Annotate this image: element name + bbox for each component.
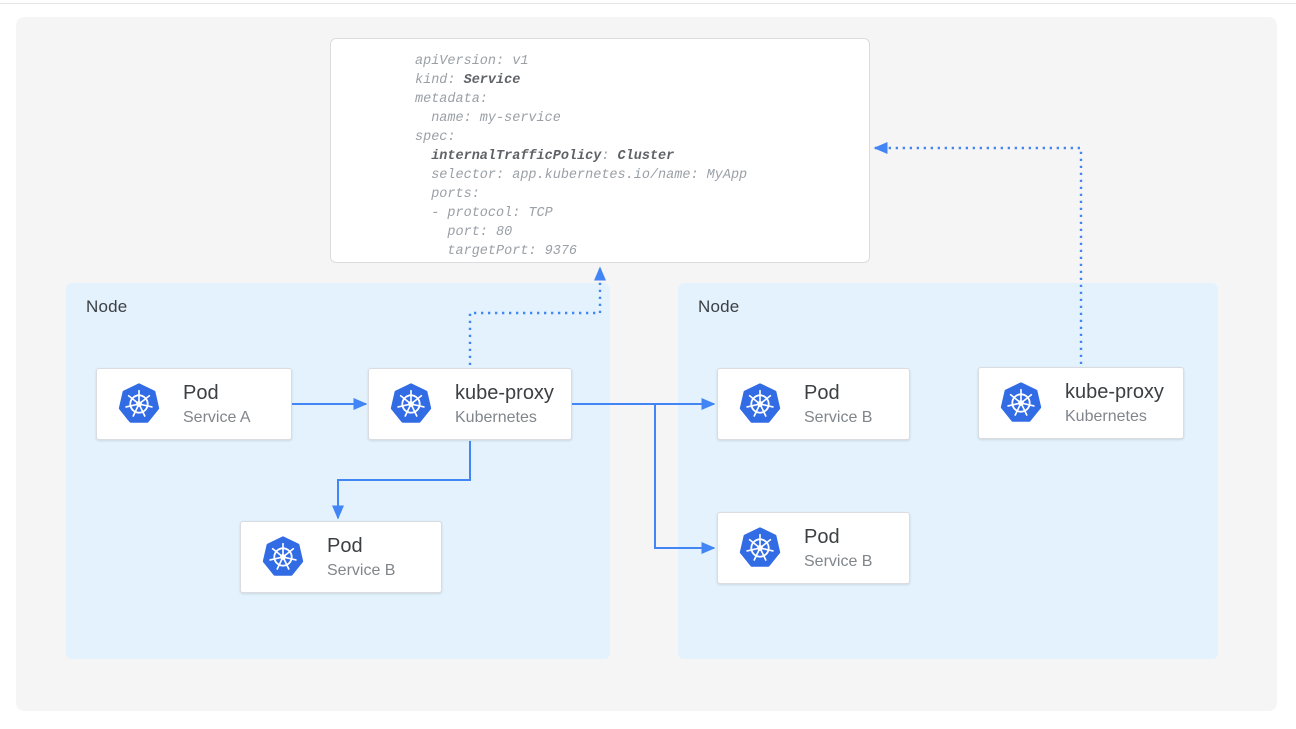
- card-subtitle: Service B: [804, 550, 872, 573]
- card-subtitle: Service A: [183, 406, 251, 429]
- card-pod-service-b-right-top: Pod Service B: [717, 368, 910, 440]
- card-title: Pod: [183, 380, 251, 406]
- kubernetes-logo-icon: [999, 381, 1043, 425]
- node-label: Node: [86, 297, 127, 317]
- service-yaml-box: apiVersion: v1kind: Servicemetadata: nam…: [330, 38, 870, 263]
- card-subtitle: Kubernetes: [1065, 405, 1164, 428]
- card-kube-proxy-left: kube-proxy Kubernetes: [368, 368, 572, 440]
- kubernetes-logo-icon: [117, 382, 161, 426]
- card-title: Pod: [804, 524, 872, 550]
- card-pod-service-b-left: Pod Service B: [240, 521, 442, 593]
- card-pod-service-a: Pod Service A: [96, 368, 292, 440]
- card-title: Pod: [804, 380, 872, 406]
- kubernetes-logo-icon: [261, 535, 305, 579]
- top-divider: [0, 3, 1296, 4]
- kubernetes-logo-icon: [738, 526, 782, 570]
- yaml-code: apiVersion: v1kind: Servicemetadata: nam…: [415, 52, 869, 261]
- diagram-stage: Node Node apiVersion: v1kind: Servicemet…: [0, 0, 1296, 729]
- card-subtitle: Kubernetes: [455, 406, 554, 429]
- card-title: kube-proxy: [455, 380, 554, 406]
- node-box-right: Node: [678, 283, 1218, 659]
- card-title: Pod: [327, 533, 395, 559]
- card-kube-proxy-right: kube-proxy Kubernetes: [978, 367, 1184, 439]
- kubernetes-logo-icon: [738, 382, 782, 426]
- node-label: Node: [698, 297, 739, 317]
- card-subtitle: Service B: [804, 406, 872, 429]
- card-subtitle: Service B: [327, 559, 395, 582]
- kubernetes-logo-icon: [389, 382, 433, 426]
- card-title: kube-proxy: [1065, 379, 1164, 405]
- node-box-left: Node: [66, 283, 610, 659]
- card-pod-service-b-right-bottom: Pod Service B: [717, 512, 910, 584]
